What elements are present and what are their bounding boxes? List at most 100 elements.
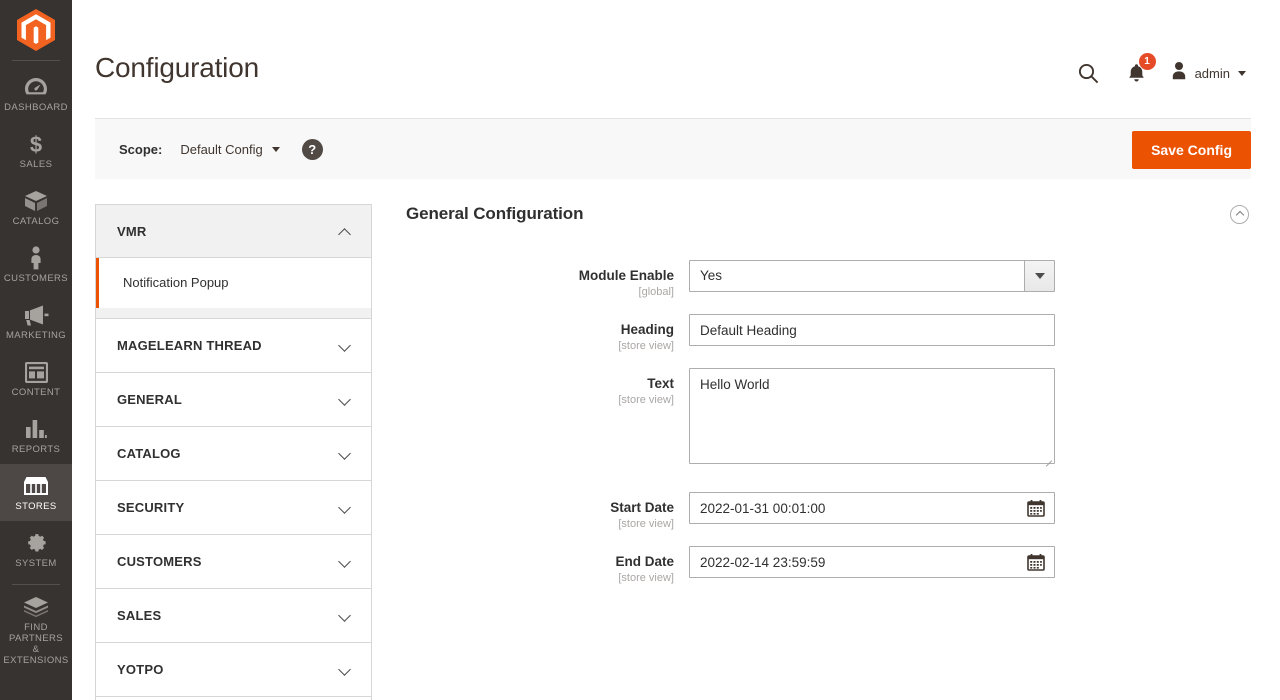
chevron-down-icon [340, 664, 351, 675]
config-nav: VMR Notification Popup MAGELEARN THREAD [95, 204, 372, 700]
main-content: Configuration 1 admin Scope: Default Con… [72, 0, 1280, 700]
sidebar-item-customers[interactable]: Customers [0, 236, 72, 293]
sidebar-item-label: Catalog [12, 216, 60, 227]
config-section-header-sales[interactable]: SALES [96, 589, 371, 642]
help-icon[interactable]: ? [301, 138, 323, 160]
form-section-header: General Configuration [399, 204, 1251, 224]
config-section-catalog: CATALOG [96, 427, 371, 481]
sidebar-item-label: Sales [19, 159, 53, 170]
field-label-module-enable: Module Enable [global] [399, 260, 689, 299]
scope-bar: Scope: Default Config ? Save Config [95, 118, 1251, 179]
search-icon[interactable] [1064, 58, 1113, 88]
chevron-up-circle-icon[interactable] [1230, 204, 1249, 224]
field-scope-text: [store view] [618, 572, 674, 584]
page-header: Configuration 1 admin [72, 0, 1280, 118]
field-label-text: Module Enable [578, 268, 674, 283]
config-section-label: YOTPO [117, 662, 164, 677]
field-control-end-date [689, 546, 1055, 578]
sidebar-item-sales[interactable]: $ Sales [0, 122, 72, 179]
module-enable-select[interactable]: Yes [689, 260, 1055, 292]
sidebar-item-content[interactable]: Content [0, 350, 72, 407]
admin-sidebar: Dashboard $ Sales Catalog Customers Mark… [0, 0, 72, 700]
config-section-header-vmr[interactable]: VMR [96, 205, 371, 258]
calendar-icon[interactable] [1025, 497, 1047, 519]
config-section-label: SECURITY [117, 500, 185, 515]
module-enable-selected-value: Yes [700, 268, 723, 283]
scope-label: Scope: [119, 141, 163, 157]
chevron-down-icon [340, 610, 351, 621]
dashboard-icon [24, 75, 48, 99]
config-section-header-yotpo[interactable]: YOTPO [96, 643, 371, 696]
form-section-title: General Configuration [406, 204, 584, 223]
sidebar-item-label-second-line: & EXTENSIONS [3, 644, 69, 666]
config-section-vmr: VMR Notification Popup [96, 205, 371, 319]
config-section-header-security[interactable]: SECURITY [96, 481, 371, 534]
field-control-text: Hello World [689, 368, 1055, 469]
save-config-button[interactable]: Save Config [1132, 131, 1251, 169]
storefront-icon [23, 474, 49, 498]
config-section-header-customers[interactable]: CUSTOMERS [96, 535, 371, 588]
field-scope-text: [store view] [618, 340, 674, 352]
config-body: VMR Notification Popup MAGELEARN THREAD [72, 179, 1280, 700]
field-label-start-date: Start Date [store view] [399, 492, 689, 531]
config-section-strip [96, 308, 371, 319]
admin-page: Dashboard $ Sales Catalog Customers Mark… [0, 0, 1280, 700]
config-section-customers: CUSTOMERS [96, 535, 371, 589]
config-section-label: CUSTOMERS [117, 554, 202, 569]
person-icon [28, 246, 44, 270]
chevron-down-icon [271, 146, 280, 152]
notifications-icon[interactable]: 1 [1113, 53, 1160, 88]
scope-value: Default Config [180, 141, 263, 157]
chevron-up-icon [340, 226, 351, 237]
notification-count-badge: 1 [1138, 53, 1156, 70]
svg-text:$: $ [30, 132, 42, 156]
heading-input[interactable] [689, 314, 1055, 346]
sidebar-item-system[interactable]: System [0, 521, 72, 578]
sidebar-item-marketing[interactable]: Marketing [0, 293, 72, 350]
box-icon [24, 189, 48, 213]
config-section-label: GENERAL [117, 392, 182, 407]
config-form-panel: General Configuration Module Enable [glo… [372, 204, 1251, 700]
sidebar-item-find-partners-extensions[interactable]: FIND PARTNERS & EXTENSIONS [0, 593, 72, 675]
config-section-sales: SALES [96, 589, 371, 643]
config-section-header-catalog[interactable]: CATALOG [96, 427, 371, 480]
megaphone-icon [23, 303, 49, 327]
config-section-label: VMR [117, 223, 147, 239]
sidebar-item-stores[interactable]: Stores [0, 464, 72, 521]
sidebar-item-catalog[interactable]: Catalog [0, 179, 72, 236]
field-scope-text: [store view] [618, 394, 674, 406]
sidebar-item-label: FIND PARTNERS [8, 622, 64, 644]
start-date-input[interactable] [689, 492, 1055, 524]
end-date-input[interactable] [689, 546, 1055, 578]
field-control-module-enable: Yes [689, 260, 1055, 292]
config-section-label: SALES [117, 608, 162, 623]
field-label-text: Start Date [610, 500, 674, 515]
admin-user-menu[interactable]: admin [1160, 61, 1250, 85]
config-section-header-general[interactable]: GENERAL [96, 373, 371, 426]
chevron-down-icon [1238, 70, 1246, 76]
admin-user-name: admin [1194, 65, 1230, 81]
scope-switcher[interactable]: Default Config [180, 141, 280, 157]
field-label-end-date: End Date [store view] [399, 546, 689, 585]
sidebar-item-label: Customers [3, 273, 69, 284]
chevron-down-icon [340, 448, 351, 459]
chevron-down-icon [1024, 261, 1054, 291]
field-scope-text: [store view] [618, 518, 674, 530]
field-label-text-field: Text [store view] [399, 368, 689, 407]
package-icon [23, 595, 49, 619]
field-scope-text: [global] [638, 286, 674, 298]
sidebar-divider-top [12, 60, 60, 61]
config-section-header-magelearn-thread[interactable]: MAGELEARN THREAD [96, 319, 371, 372]
magento-logo[interactable] [0, 0, 72, 60]
sidebar-item-dashboard[interactable]: Dashboard [0, 65, 72, 122]
field-control-start-date [689, 492, 1055, 524]
text-textarea[interactable]: Hello World [689, 368, 1055, 464]
calendar-icon[interactable] [1025, 551, 1047, 573]
sidebar-divider-bottom [12, 584, 60, 585]
sidebar-item-reports[interactable]: Reports [0, 407, 72, 464]
config-section-label: MAGELEARN THREAD [117, 338, 262, 353]
field-label-text: Text [647, 376, 674, 391]
config-nav-item-notification-popup[interactable]: Notification Popup [96, 258, 371, 308]
field-row-start-date: Start Date [store view] [399, 492, 1251, 531]
layout-icon [24, 360, 48, 384]
